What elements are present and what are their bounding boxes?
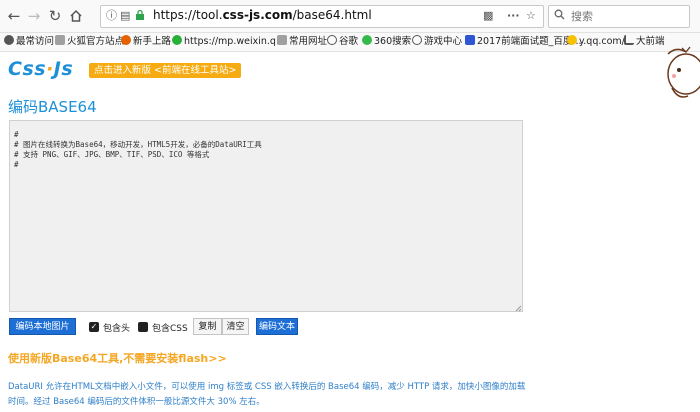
bookmark-star-icon[interactable]: ☆ — [526, 9, 536, 23]
encode-image-button[interactable]: 编码本地图片 — [9, 318, 76, 335]
folder-icon — [277, 35, 287, 45]
wechat-icon — [172, 35, 182, 45]
360-icon — [362, 35, 372, 45]
globe-icon — [327, 35, 337, 45]
address-bar[interactable]: ⓘ ▤ https://tool.css-js.com/base64.html … — [100, 5, 544, 28]
search-box[interactable] — [548, 5, 690, 28]
bookmark-item[interactable]: 360搜索 — [362, 35, 411, 49]
bookmark-item[interactable]: 新手上路 — [121, 35, 171, 49]
rss-icon — [624, 35, 634, 45]
resize-grip-icon[interactable] — [514, 304, 522, 312]
folder-icon — [55, 35, 65, 45]
site-logo[interactable]: Css·Js — [8, 58, 73, 80]
qq-music-icon — [567, 35, 577, 45]
bookmark-item[interactable]: 火狐官方站点 — [55, 35, 124, 49]
qr-code-icon[interactable]: ▩ — [483, 9, 493, 23]
info-icon[interactable]: ⓘ — [106, 9, 117, 23]
include-header-label: 包含头 — [103, 324, 131, 334]
bookmark-item[interactable]: 最常访问 — [4, 35, 54, 49]
include-css-checkbox[interactable] — [138, 322, 148, 332]
clear-button[interactable]: 清空 — [222, 318, 249, 335]
new-version-tool-link[interactable]: 使用新版Base64工具,不需要安装flash>> — [8, 350, 227, 366]
home-icon[interactable] — [66, 6, 86, 26]
new-version-link[interactable]: 点击进入新版 <前端在线工具站> — [89, 63, 242, 78]
browser-toolbar: ← → ↻ ⓘ ▤ https://tool.css-js.com/base64… — [0, 0, 700, 33]
bookmark-item[interactable]: 游戏中心 — [412, 35, 462, 49]
more-actions-icon[interactable]: ··· — [507, 9, 520, 23]
bookmark-item[interactable]: 常用网址 — [277, 35, 327, 49]
lock-icon[interactable] — [135, 9, 145, 25]
bookmark-item[interactable]: y.qq.com/ — [567, 35, 625, 49]
baidu-icon — [465, 35, 475, 45]
reload-icon[interactable]: ↻ — [45, 6, 65, 26]
encode-text-button[interactable]: 编码文本 — [256, 318, 298, 335]
base64-textarea[interactable]: # # 图片在线转换为Base64，移动开发，HTML5开发，必备的DataUR… — [9, 120, 523, 312]
bookmark-item[interactable]: 谷歌 — [327, 35, 358, 49]
bookmarks-bar: 最常访问 火狐官方站点 新手上路 https://mp.weixin.q... … — [0, 33, 700, 52]
url-text[interactable]: https://tool.css-js.com/base64.html — [153, 8, 372, 22]
description-text: DataURI 允许在HTML文档中嵌入小文件，可以使用 img 标签或 CSS… — [8, 382, 526, 407]
bookmark-item[interactable]: https://mp.weixin.q... — [172, 35, 285, 49]
bookmark-item[interactable]: 2017前端面试题_百度... — [465, 35, 582, 49]
gear-icon — [4, 35, 14, 45]
copy-button[interactable]: 复制 — [193, 318, 222, 335]
search-input[interactable] — [569, 7, 685, 26]
forward-arrow-icon[interactable]: → — [24, 6, 44, 26]
globe-icon — [412, 35, 422, 45]
search-icon — [554, 9, 565, 24]
back-arrow-icon[interactable]: ← — [4, 6, 24, 26]
page-icon: ▤ — [120, 9, 131, 22]
include-css-label: 包含CSS — [152, 324, 188, 334]
mascot-illustration — [667, 46, 700, 98]
page-title: 编码BASE64 — [8, 98, 97, 116]
firefox-icon — [121, 35, 131, 45]
include-header-checkbox[interactable]: ✓ — [89, 322, 99, 332]
